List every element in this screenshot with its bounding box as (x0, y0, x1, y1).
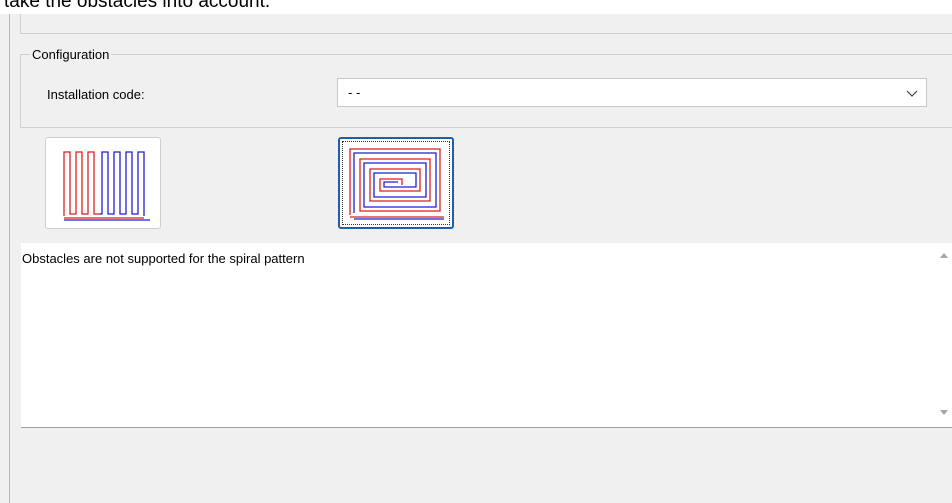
message-textbox[interactable]: Obstacles are not supported for the spir… (21, 243, 952, 428)
top-instruction-strip: take the obstacles into account. (0, 0, 952, 14)
instruction-text: take the obstacles into account. (4, 0, 271, 12)
message-text: Obstacles are not supported for the spir… (22, 251, 305, 266)
dialog-window: take the obstacles into account. Configu… (0, 0, 952, 503)
meander-pattern-icon (63, 151, 150, 221)
spiral-pattern-icon (349, 148, 444, 220)
spiral-pattern-button[interactable] (338, 137, 454, 229)
scroll-up-arrow-icon[interactable] (939, 251, 949, 259)
installation-code-value: - - (348, 85, 361, 100)
vertical-scrollbar[interactable] (935, 243, 952, 427)
meander-pattern-button[interactable] (45, 137, 161, 229)
installation-code-select[interactable]: - - (337, 78, 927, 107)
previous-group-frame (20, 14, 952, 34)
window-left-border (9, 14, 10, 503)
chevron-down-icon (906, 90, 918, 97)
configuration-legend: Configuration (30, 47, 112, 62)
scroll-down-arrow-icon[interactable] (939, 409, 949, 417)
installation-code-label: Installation code: (47, 87, 145, 102)
